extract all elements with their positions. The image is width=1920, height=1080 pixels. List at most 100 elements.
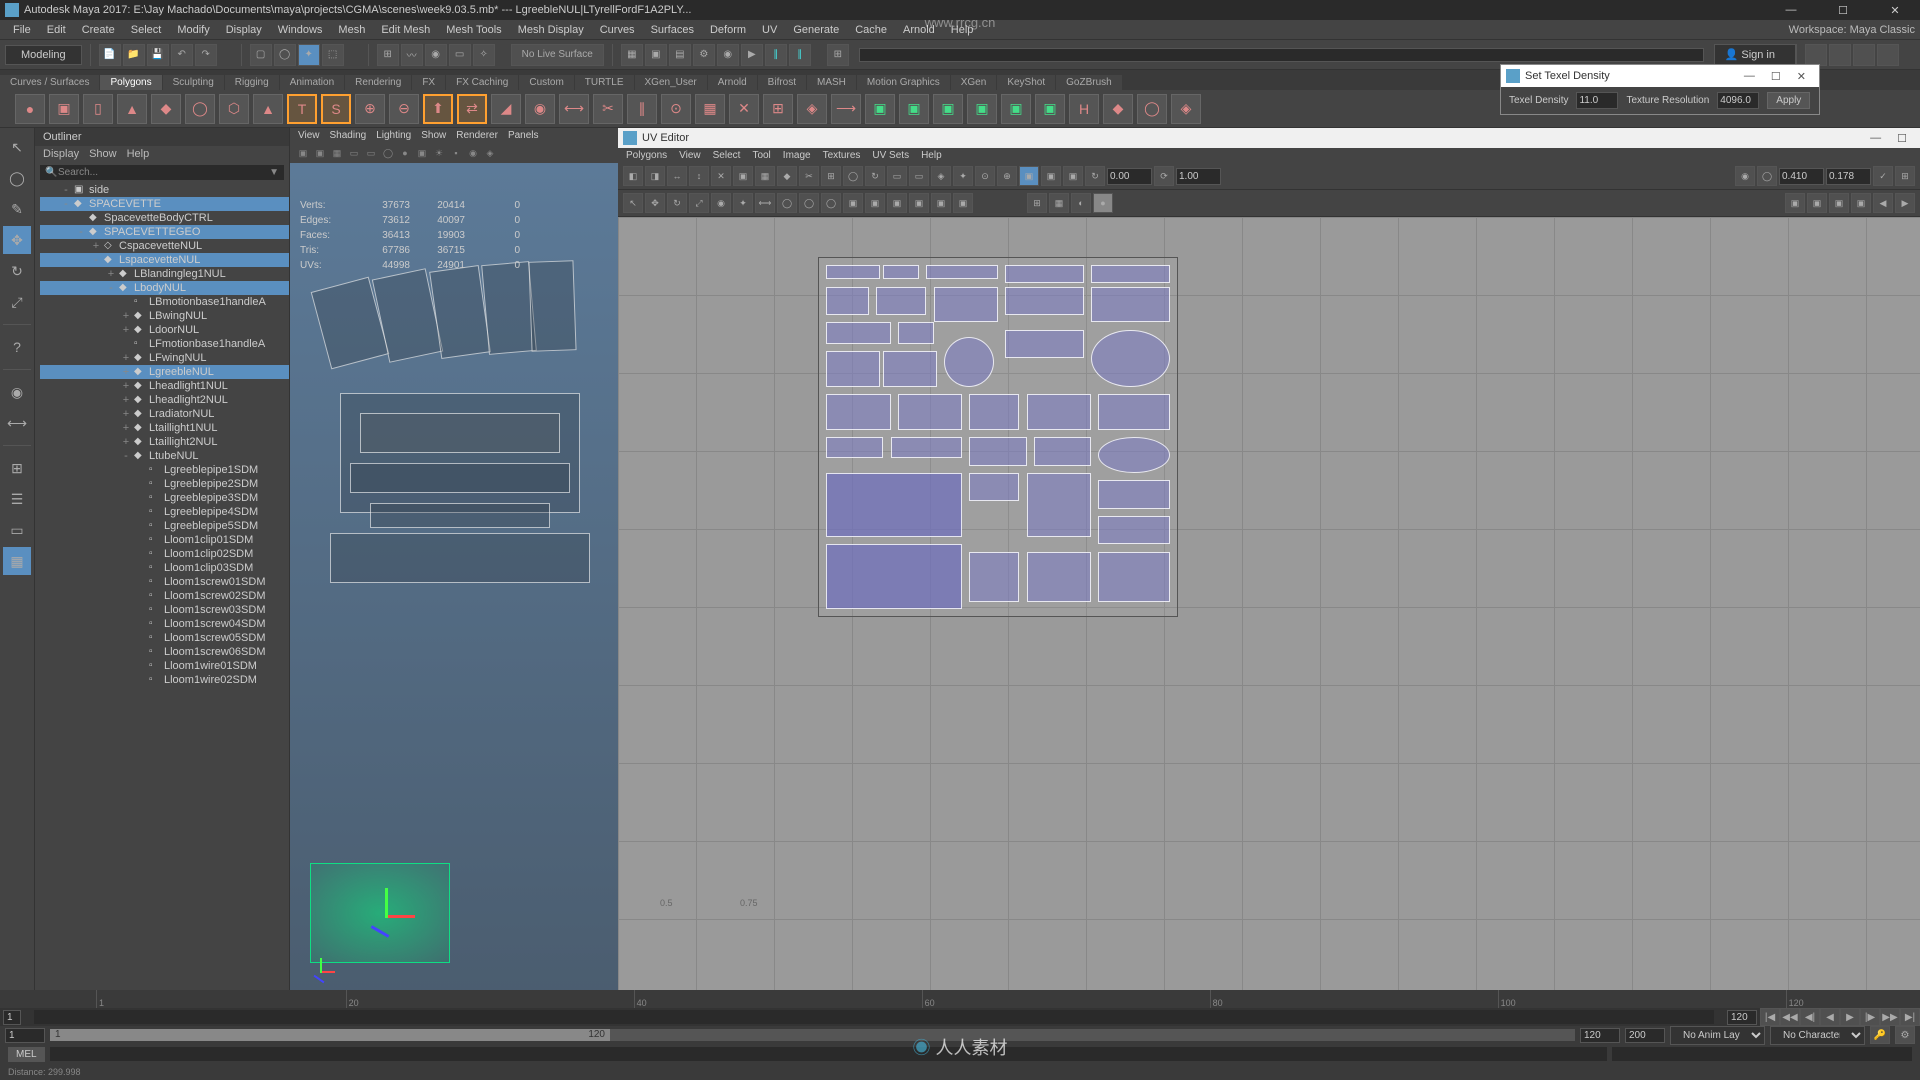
shelf-tab-xgenuser[interactable]: XGen_User: [635, 75, 707, 90]
poly-cube-icon[interactable]: ▣: [49, 94, 79, 124]
uv-menu-help[interactable]: Help: [921, 150, 942, 161]
snap-grid-icon[interactable]: ⊞: [377, 44, 399, 66]
time-ruler[interactable]: 1 20 40 60 80 100 120: [0, 990, 1920, 1008]
uv-nav-right-icon[interactable]: ▶: [1895, 193, 1915, 213]
time-scrubber[interactable]: [34, 1010, 1714, 1024]
snap-curve-icon[interactable]: 〰: [401, 44, 423, 66]
outliner-item[interactable]: -◆LbodyNUL: [40, 281, 289, 295]
signin-button[interactable]: 👤 Sign in: [1714, 44, 1796, 65]
go-end-icon[interactable]: ▶|: [1900, 1008, 1920, 1026]
menu-cache[interactable]: Cache: [847, 24, 895, 36]
insert-edge-icon[interactable]: ∥: [627, 94, 657, 124]
poly-prism-icon[interactable]: ⬡: [219, 94, 249, 124]
expand-icon[interactable]: +: [120, 436, 132, 448]
vp-menu-view[interactable]: View: [298, 130, 320, 141]
vp-safe-icon[interactable]: ▭: [363, 145, 379, 161]
uv-tool-18-icon[interactable]: ⊕: [997, 166, 1017, 186]
viewport-3d-view[interactable]: Verts:37673204140Edges:73612400970Faces:…: [290, 163, 618, 1023]
texel-minimize-button[interactable]: —: [1736, 70, 1763, 82]
expand-icon[interactable]: +: [105, 268, 117, 280]
menu-edit[interactable]: Edit: [39, 24, 74, 36]
vp-bookmark-icon[interactable]: ▣: [312, 145, 328, 161]
mirror-icon[interactable]: ⟷: [559, 94, 589, 124]
outliner-item[interactable]: ▫Lloom1screw05SDM: [40, 631, 289, 645]
uv-tool-7-icon[interactable]: ▦: [755, 166, 775, 186]
lasso-tool-icon[interactable]: ◯: [3, 164, 31, 192]
menu-select[interactable]: Select: [123, 24, 170, 36]
vp-grid-icon[interactable]: ▦: [329, 145, 345, 161]
expand-icon[interactable]: -: [60, 184, 72, 196]
mel-command-input[interactable]: [50, 1047, 1607, 1061]
extrude-icon[interactable]: ⬆: [423, 94, 453, 124]
outliner-item[interactable]: +◆LgreebleNUL: [40, 365, 289, 379]
expand-icon[interactable]: -: [120, 450, 132, 462]
uv-row2-3-icon[interactable]: ↻: [667, 193, 687, 213]
uv-dim-icon[interactable]: ◐: [1071, 193, 1091, 213]
uv-row2-4-icon[interactable]: ⤢: [689, 193, 709, 213]
uv-canvas[interactable]: 0.5 0.75: [618, 217, 1920, 1023]
sculpt-3-icon[interactable]: ▣: [933, 94, 963, 124]
sculpt-2-icon[interactable]: ▣: [899, 94, 929, 124]
outliner-tree[interactable]: -▣side-◆SPACEVETTE◆SpacevetteBodyCTRL-◆S…: [35, 183, 289, 1023]
uv-coord-icon[interactable]: ◉: [1735, 166, 1755, 186]
outliner-item[interactable]: +◆Ltaillight2NUL: [40, 435, 289, 449]
ipr-icon[interactable]: ▤: [669, 44, 691, 66]
texture-res-input[interactable]: [1717, 92, 1759, 109]
shelf-tab-turtle[interactable]: TURTLE: [575, 75, 634, 90]
outliner-item[interactable]: -◆SPACEVETTE: [40, 197, 289, 211]
expand-icon[interactable]: +: [120, 394, 132, 406]
menu-uv[interactable]: UV: [754, 24, 785, 36]
uv-end3-icon[interactable]: ▣: [1829, 193, 1849, 213]
redo-icon[interactable]: ↷: [195, 44, 217, 66]
uv-row2-2-icon[interactable]: ✥: [645, 193, 665, 213]
view-axis-gizmo[interactable]: [310, 953, 340, 983]
vp-xray-icon[interactable]: ◈: [482, 145, 498, 161]
sculpt-6-icon[interactable]: ▣: [1035, 94, 1065, 124]
selected-geometry[interactable]: [310, 863, 450, 963]
uv-row2-12-icon[interactable]: ▣: [865, 193, 885, 213]
uv-row2-8-icon[interactable]: ◯: [777, 193, 797, 213]
vp-shaded-icon[interactable]: ●: [397, 145, 413, 161]
shelf-tab-xgen[interactable]: XGen: [951, 75, 997, 90]
slide-edge-icon[interactable]: ⟶: [831, 94, 861, 124]
uv-row2-11-icon[interactable]: ▣: [843, 193, 863, 213]
vp-menu-panels[interactable]: Panels: [508, 130, 539, 141]
soft-select-icon[interactable]: ◉: [3, 378, 31, 406]
select-tool-icon[interactable]: ↖: [3, 133, 31, 161]
quad-draw-icon[interactable]: ▦: [695, 94, 725, 124]
expand-icon[interactable]: -: [75, 226, 87, 238]
step-fwd-icon[interactable]: ▶▶: [1880, 1008, 1900, 1026]
bevel-icon[interactable]: ◢: [491, 94, 521, 124]
menu-generate[interactable]: Generate: [785, 24, 847, 36]
outliner-item[interactable]: ▫Lloom1wire02SDM: [40, 673, 289, 687]
poly-plane-icon[interactable]: ◆: [151, 94, 181, 124]
save-scene-icon[interactable]: 💾: [147, 44, 169, 66]
expand-icon[interactable]: +: [120, 380, 132, 392]
outliner-item[interactable]: ▫LFmotionbase1handleA: [40, 337, 289, 351]
uv-tool-10-icon[interactable]: ⊞: [821, 166, 841, 186]
smooth-icon[interactable]: ◉: [525, 94, 555, 124]
uv-maximize-button[interactable]: ☐: [1889, 132, 1915, 145]
vp-wireframe-icon[interactable]: ◯: [380, 145, 396, 161]
outliner-menu-display[interactable]: Display: [43, 148, 79, 160]
open-scene-icon[interactable]: 📁: [123, 44, 145, 66]
misc-1-icon[interactable]: ◆: [1103, 94, 1133, 124]
light-editor-icon[interactable]: ∥: [789, 44, 811, 66]
uv-tool-23-icon[interactable]: ⟳: [1154, 166, 1174, 186]
layout-1-icon[interactable]: [1805, 44, 1827, 66]
vp-menu-renderer[interactable]: Renderer: [456, 130, 498, 141]
outliner-item[interactable]: +◆LradiatorNUL: [40, 407, 289, 421]
outliner-item[interactable]: ▫Lloom1clip02SDM: [40, 547, 289, 561]
vp-menu-show[interactable]: Show: [421, 130, 446, 141]
outliner-item[interactable]: ▫Lloom1screw01SDM: [40, 575, 289, 589]
poly-sphere-icon[interactable]: ●: [15, 94, 45, 124]
misc-2-icon[interactable]: ◯: [1137, 94, 1167, 124]
range-handle[interactable]: 1 120: [50, 1029, 610, 1041]
outliner-item[interactable]: +◆LdoorNUL: [40, 323, 289, 337]
outliner-menu-show[interactable]: Show: [89, 148, 117, 160]
workspace-select[interactable]: Maya Classic: [1850, 24, 1915, 36]
layout-btn-icon[interactable]: ⊞: [3, 454, 31, 482]
shelf-tab-fx[interactable]: FX: [412, 75, 445, 90]
outliner-item[interactable]: -◆LspacevetteNUL: [40, 253, 289, 267]
search-field[interactable]: [859, 48, 1704, 62]
